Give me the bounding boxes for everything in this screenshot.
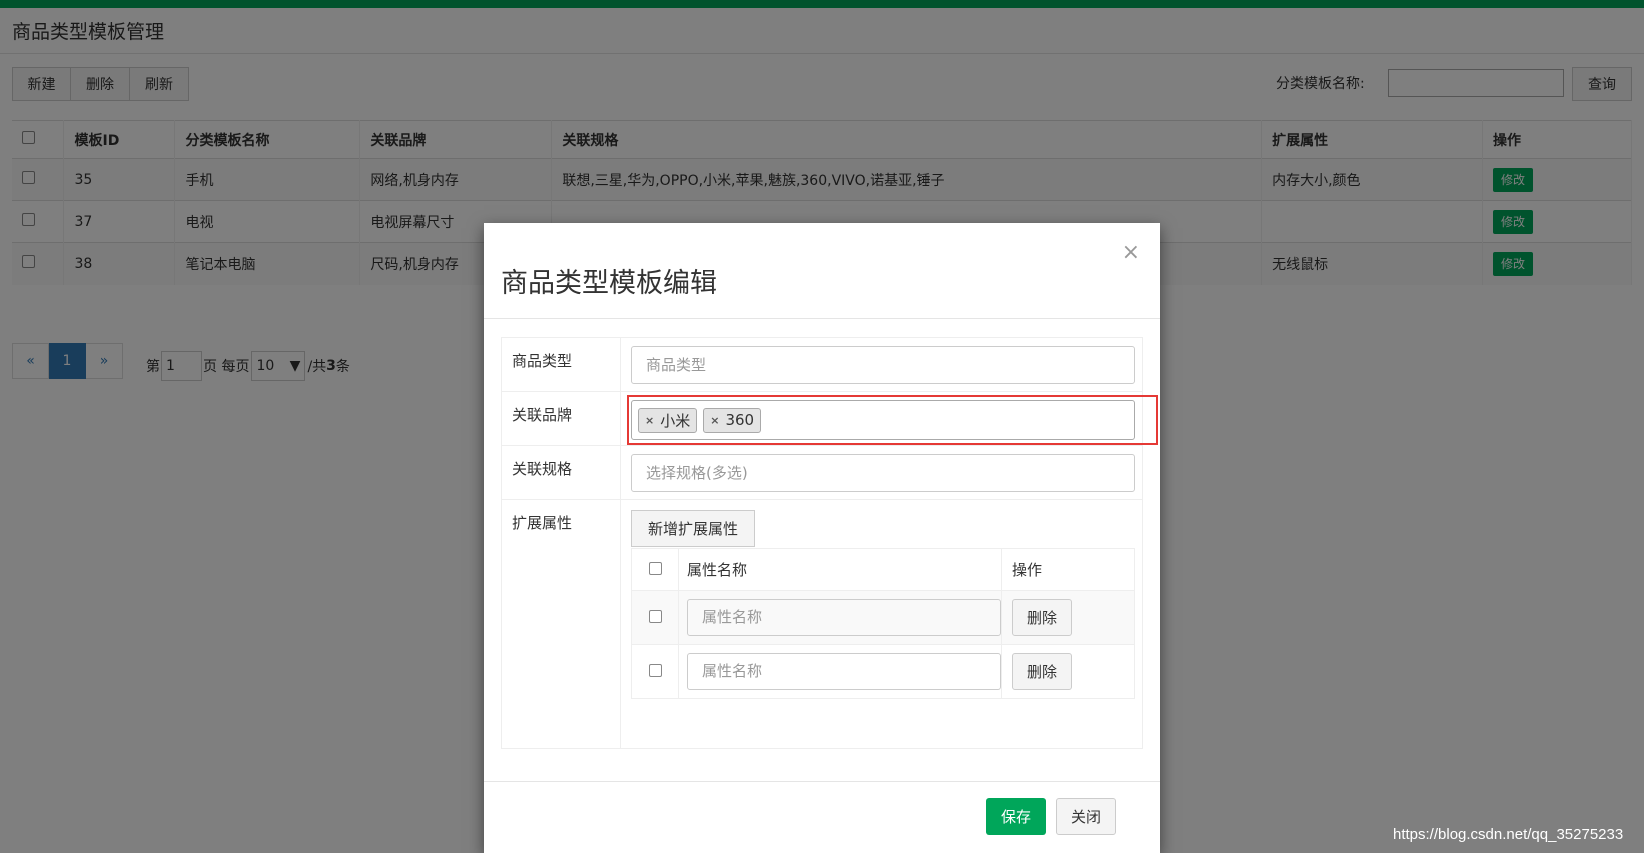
modal-footer-divider — [484, 781, 1160, 782]
attr-row: 属性名称 删除 — [631, 644, 1135, 699]
attr-delete-button[interactable]: 删除 — [1012, 599, 1072, 636]
row-divider — [620, 338, 621, 391]
type-input[interactable]: 商品类型 — [631, 346, 1135, 384]
highlight-annotation — [627, 395, 1158, 445]
attr-row-checkbox[interactable] — [648, 609, 662, 623]
attr-header-action: 操作 — [1001, 548, 1135, 591]
attr-header-name: 属性名称 — [678, 548, 1002, 591]
close-button[interactable]: 关闭 — [1056, 798, 1116, 835]
modal-header-divider — [484, 318, 1160, 319]
brand-row: 关联品牌 × 小米 × 360 — [502, 392, 1158, 446]
type-label: 商品类型 — [512, 352, 573, 370]
ext-row: 扩展属性 新增扩展属性 属性名称 操作 属性名称 删除 属性名称 删除 — [502, 500, 1142, 748]
attr-row-checkbox[interactable] — [648, 663, 662, 677]
save-button[interactable]: 保存 — [986, 798, 1046, 835]
spec-label: 关联规格 — [512, 460, 573, 478]
edit-form: 商品类型 商品类型 关联品牌 × 小米 × 360 关联规格 选择规格(多选) 扩展… — [501, 337, 1158, 749]
spec-select[interactable]: 选择规格(多选) — [631, 454, 1135, 492]
ext-attr-table: 属性名称 操作 属性名称 删除 属性名称 删除 — [631, 548, 1135, 699]
watermark: https://blog.csdn.net/qq_35275233 — [1393, 826, 1624, 843]
add-ext-attr-button[interactable]: 新增扩展属性 — [631, 510, 755, 547]
ext-label: 扩展属性 — [512, 514, 573, 532]
attr-name-input[interactable]: 属性名称 — [687, 599, 1001, 636]
attr-name-input[interactable]: 属性名称 — [687, 653, 1001, 690]
attr-select-all-checkbox[interactable] — [648, 561, 662, 575]
close-icon[interactable]: × — [1122, 240, 1140, 265]
modal-title: 商品类型模板编辑 — [501, 268, 717, 299]
attr-row: 属性名称 删除 — [631, 590, 1135, 645]
attr-header-row: 属性名称 操作 — [631, 548, 1135, 591]
row-divider — [620, 500, 621, 748]
brand-label: 关联品牌 — [512, 406, 573, 424]
attr-delete-button[interactable]: 删除 — [1012, 653, 1072, 690]
type-row: 商品类型 商品类型 — [502, 338, 1142, 392]
spec-row: 关联规格 选择规格(多选) — [502, 446, 1142, 500]
row-divider — [620, 392, 621, 445]
edit-modal: × 商品类型模板编辑 商品类型 商品类型 关联品牌 × 小米 × 360 关联规格 … — [484, 223, 1160, 853]
row-divider — [620, 446, 621, 499]
